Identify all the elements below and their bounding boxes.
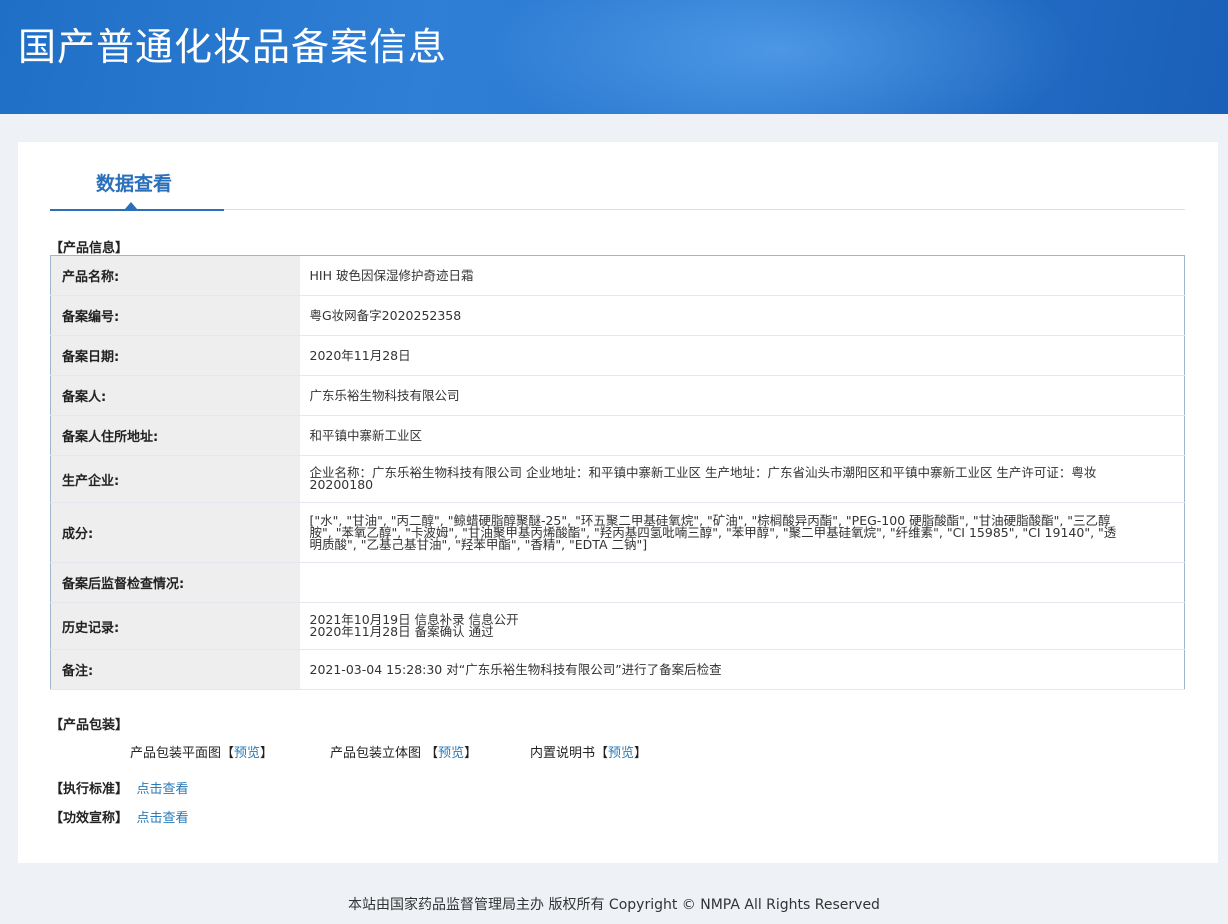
table-row: 备案编号: 粤G妆网备字2020252358 [50,295,1185,336]
efficacy-heading: 【功效宣称】 点击查看 [50,807,189,826]
row-value: 广东乐裕生物科技有限公司 [299,375,1185,416]
table-row: 备案日期: 2020年11月28日 [50,335,1185,376]
standard-view-link[interactable]: 点击查看 [137,782,189,797]
header-banner: 国产普通化妆品备案信息 [0,0,1228,114]
table-row: 历史记录: 2021年10月19日 信息补录 信息公开 2020年11月28日 备… [50,602,1185,650]
row-value [299,562,1185,603]
footer-copyright: 本站由国家药品监督管理局主办 版权所有 Copyright © NMPA All… [348,897,880,913]
package-flat-item: 产品包装平面图【预览】 [130,742,273,761]
caret-up-icon [125,202,137,209]
row-value: 2021年10月19日 信息补录 信息公开 2020年11月28日 备案确认 通… [299,602,1185,650]
main-card: 数据查看 【产品信息】 产品名称: HIH 玻色因保湿修护奇迹日霜 备案编号: 粤G妆… [18,142,1218,863]
row-value: 和平镇中寨新工业区 [299,415,1185,456]
efficacy-heading-label: 【功效宣称】 [50,811,129,826]
standard-heading-label: 【执行标准】 [50,782,129,797]
row-label: 备案后监督检查情况: [50,562,300,603]
table-row: 备注: 2021-03-04 15:28:30 对“广东乐裕生物科技有限公司”进行… [50,649,1185,690]
efficacy-view-link[interactable]: 点击查看 [137,811,189,826]
package-3d-label: 产品包装立体图 【 [330,746,439,761]
manual-close: 】 [634,746,648,761]
table-row: 备案人住所地址: 和平镇中寨新工业区 [50,415,1185,456]
product-info-table: 产品名称: HIH 玻色因保湿修护奇迹日霜 备案编号: 粤G妆网备字202025235… [50,255,1185,690]
standard-heading: 【执行标准】 点击查看 [50,778,189,797]
row-label: 备注: [50,649,300,690]
row-label: 备案人住所地址: [50,415,300,456]
row-value: 企业名称：广东乐裕生物科技有限公司 企业地址：和平镇中寨新工业区 生产地址：广东… [299,455,1185,503]
manual-label: 内置说明书【 [530,746,609,761]
package-flat-preview-link[interactable]: 预览 [234,746,260,761]
table-row: 生产企业: 企业名称：广东乐裕生物科技有限公司 企业地址：和平镇中寨新工业区 生产… [50,455,1185,503]
row-value: 2021-03-04 15:28:30 对“广东乐裕生物科技有限公司”进行了备案… [299,649,1185,690]
package-flat-label: 产品包装平面图【 [130,746,235,761]
tab-data-view[interactable]: 数据查看 [50,166,224,211]
row-label: 备案编号: [50,295,300,336]
package-3d-preview-link[interactable]: 预览 [438,746,464,761]
package-flat-close: 】 [260,746,274,761]
row-label: 备案日期: [50,335,300,376]
row-value: ["水", "甘油", "丙二醇", "鲸蜡硬脂醇聚醚-25", "环五聚二甲基… [299,502,1185,563]
table-row: 产品名称: HIH 玻色因保湿修护奇迹日霜 [50,255,1185,296]
row-value: HIH 玻色因保湿修护奇迹日霜 [299,255,1185,296]
product-info-heading: 【产品信息】 [50,241,129,256]
manual-item: 内置说明书【预览】 [530,742,647,761]
row-label: 历史记录: [50,602,300,650]
package-3d-close: 】 [464,746,478,761]
row-value: 粤G妆网备字2020252358 [299,295,1185,336]
row-label: 备案人: [50,375,300,416]
packaging-heading: 【产品包装】 [50,718,129,733]
package-3d-item: 产品包装立体图 【预览】 [330,742,477,761]
row-label: 成分: [50,502,300,563]
page-title: 国产普通化妆品备案信息 [18,25,448,69]
row-value: 2020年11月28日 [299,335,1185,376]
row-label: 产品名称: [50,255,300,296]
table-row: 成分: ["水", "甘油", "丙二醇", "鲸蜡硬脂醇聚醚-25", "环五聚… [50,502,1185,563]
table-row: 备案人: 广东乐裕生物科技有限公司 [50,375,1185,416]
manual-preview-link[interactable]: 预览 [608,746,634,761]
row-label: 生产企业: [50,455,300,503]
table-row: 备案后监督检查情况: [50,562,1185,603]
tab-label: 数据查看 [96,173,173,195]
